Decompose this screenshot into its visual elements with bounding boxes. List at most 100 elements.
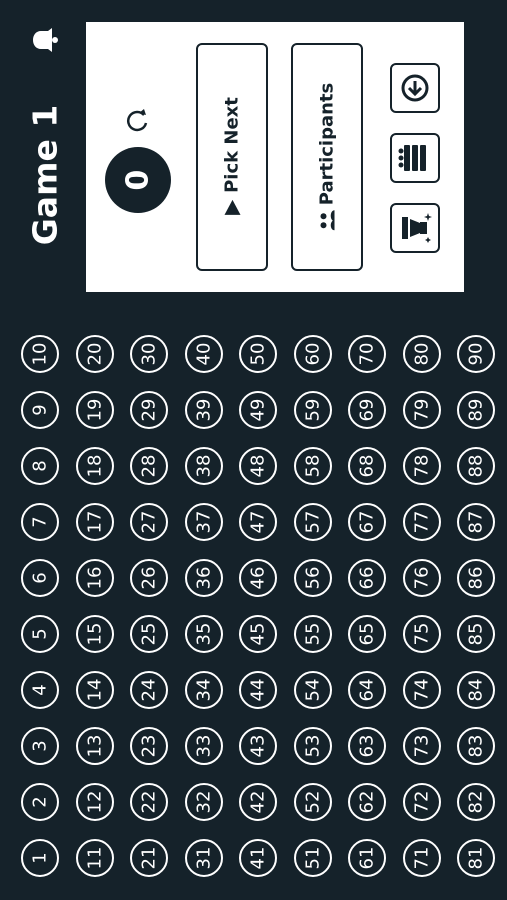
number-label: 87 xyxy=(465,510,487,534)
number-ball[interactable]: 62 xyxy=(348,783,386,821)
number-ball[interactable]: 67 xyxy=(348,503,386,541)
number-ball[interactable]: 51 xyxy=(293,839,332,877)
number-ball[interactable]: 48 xyxy=(239,447,277,485)
number-ball[interactable]: 33 xyxy=(184,727,223,765)
number-ball[interactable]: 5 xyxy=(21,615,59,653)
number-ball[interactable]: 76 xyxy=(402,559,441,597)
number-ball[interactable]: 59 xyxy=(293,391,332,429)
number-ball[interactable]: 16 xyxy=(75,559,114,597)
number-ball[interactable]: 30 xyxy=(130,335,168,373)
number-ball[interactable]: 23 xyxy=(130,727,168,765)
number-ball[interactable]: 54 xyxy=(293,671,332,709)
number-ball[interactable]: 83 xyxy=(457,727,495,765)
download-button[interactable] xyxy=(390,63,440,113)
number-ball[interactable]: 44 xyxy=(239,671,277,709)
number-ball[interactable]: 46 xyxy=(239,559,277,597)
number-ball[interactable]: 21 xyxy=(130,839,168,877)
number-ball[interactable]: 82 xyxy=(457,783,495,821)
number-ball[interactable]: 85 xyxy=(457,615,495,653)
winner-button[interactable] xyxy=(390,203,440,253)
number-ball[interactable]: 32 xyxy=(184,783,223,821)
number-ball[interactable]: 2 xyxy=(21,783,59,821)
number-ball[interactable]: 34 xyxy=(184,671,223,709)
number-ball[interactable]: 8 xyxy=(21,447,59,485)
bell-icon[interactable] xyxy=(27,26,61,54)
number-ball[interactable]: 69 xyxy=(348,391,386,429)
number-ball[interactable]: 31 xyxy=(184,839,223,877)
number-ball[interactable]: 40 xyxy=(184,335,223,373)
number-ball[interactable]: 61 xyxy=(348,839,386,877)
number-ball[interactable]: 79 xyxy=(402,391,441,429)
number-ball[interactable]: 52 xyxy=(293,783,332,821)
number-ball[interactable]: 25 xyxy=(130,615,168,653)
number-ball[interactable]: 12 xyxy=(75,783,114,821)
number-label: 27 xyxy=(138,510,160,534)
number-label: 8 xyxy=(29,460,51,472)
number-ball[interactable]: 71 xyxy=(402,839,441,877)
number-ball[interactable]: 18 xyxy=(75,447,114,485)
number-ball[interactable]: 45 xyxy=(239,615,277,653)
number-ball[interactable]: 47 xyxy=(239,503,277,541)
number-ball[interactable]: 10 xyxy=(21,335,59,373)
number-ball[interactable]: 22 xyxy=(130,783,168,821)
number-ball[interactable]: 14 xyxy=(75,671,114,709)
number-ball[interactable]: 28 xyxy=(130,447,168,485)
number-ball[interactable]: 55 xyxy=(293,615,332,653)
number-ball[interactable]: 75 xyxy=(402,615,441,653)
number-ball[interactable]: 26 xyxy=(130,559,168,597)
number-ball[interactable]: 90 xyxy=(457,335,495,373)
number-ball[interactable]: 11 xyxy=(75,839,114,877)
number-ball[interactable]: 50 xyxy=(239,335,277,373)
number-ball[interactable]: 9 xyxy=(21,391,59,429)
number-ball[interactable]: 56 xyxy=(293,559,332,597)
number-ball[interactable]: 66 xyxy=(348,559,386,597)
number-ball[interactable]: 87 xyxy=(457,503,495,541)
number-ball[interactable]: 89 xyxy=(457,391,495,429)
number-ball[interactable]: 84 xyxy=(457,671,495,709)
number-ball[interactable]: 53 xyxy=(293,727,332,765)
number-ball[interactable]: 13 xyxy=(75,727,114,765)
number-ball[interactable]: 81 xyxy=(457,839,495,877)
number-ball[interactable]: 58 xyxy=(293,447,332,485)
number-ball[interactable]: 3 xyxy=(21,727,59,765)
number-ball[interactable]: 37 xyxy=(184,503,223,541)
pick-next-button[interactable]: Pick Next xyxy=(196,43,268,271)
number-ball[interactable]: 78 xyxy=(402,447,441,485)
number-ball[interactable]: 63 xyxy=(348,727,386,765)
number-ball[interactable]: 4 xyxy=(21,671,59,709)
number-ball[interactable]: 7 xyxy=(21,503,59,541)
refresh-icon[interactable] xyxy=(122,106,152,136)
number-ball[interactable]: 6 xyxy=(21,559,59,597)
number-ball[interactable]: 35 xyxy=(184,615,223,653)
number-ball[interactable]: 70 xyxy=(348,335,386,373)
number-ball[interactable]: 88 xyxy=(457,447,495,485)
number-ball[interactable]: 68 xyxy=(348,447,386,485)
number-ball[interactable]: 42 xyxy=(239,783,277,821)
number-ball[interactable]: 77 xyxy=(402,503,441,541)
number-ball[interactable]: 60 xyxy=(293,335,332,373)
number-ball[interactable]: 17 xyxy=(75,503,114,541)
number-ball[interactable]: 72 xyxy=(402,783,441,821)
number-ball[interactable]: 39 xyxy=(184,391,223,429)
number-ball[interactable]: 20 xyxy=(75,335,114,373)
number-ball[interactable]: 57 xyxy=(293,503,332,541)
number-ball[interactable]: 80 xyxy=(402,335,441,373)
number-ball[interactable]: 24 xyxy=(130,671,168,709)
number-ball[interactable]: 43 xyxy=(239,727,277,765)
number-ball[interactable]: 19 xyxy=(75,391,114,429)
number-ball[interactable]: 15 xyxy=(75,615,114,653)
number-ball[interactable]: 49 xyxy=(239,391,277,429)
number-ball[interactable]: 36 xyxy=(184,559,223,597)
number-ball[interactable]: 29 xyxy=(130,391,168,429)
participants-button[interactable]: Participants xyxy=(291,43,363,271)
number-ball[interactable]: 27 xyxy=(130,503,168,541)
number-ball[interactable]: 64 xyxy=(348,671,386,709)
players-button[interactable] xyxy=(390,133,440,183)
number-ball[interactable]: 74 xyxy=(402,671,441,709)
number-ball[interactable]: 41 xyxy=(239,839,277,877)
number-ball[interactable]: 1 xyxy=(21,839,59,877)
number-ball[interactable]: 73 xyxy=(402,727,441,765)
number-ball[interactable]: 38 xyxy=(184,447,223,485)
number-ball[interactable]: 86 xyxy=(457,559,495,597)
number-ball[interactable]: 65 xyxy=(348,615,386,653)
